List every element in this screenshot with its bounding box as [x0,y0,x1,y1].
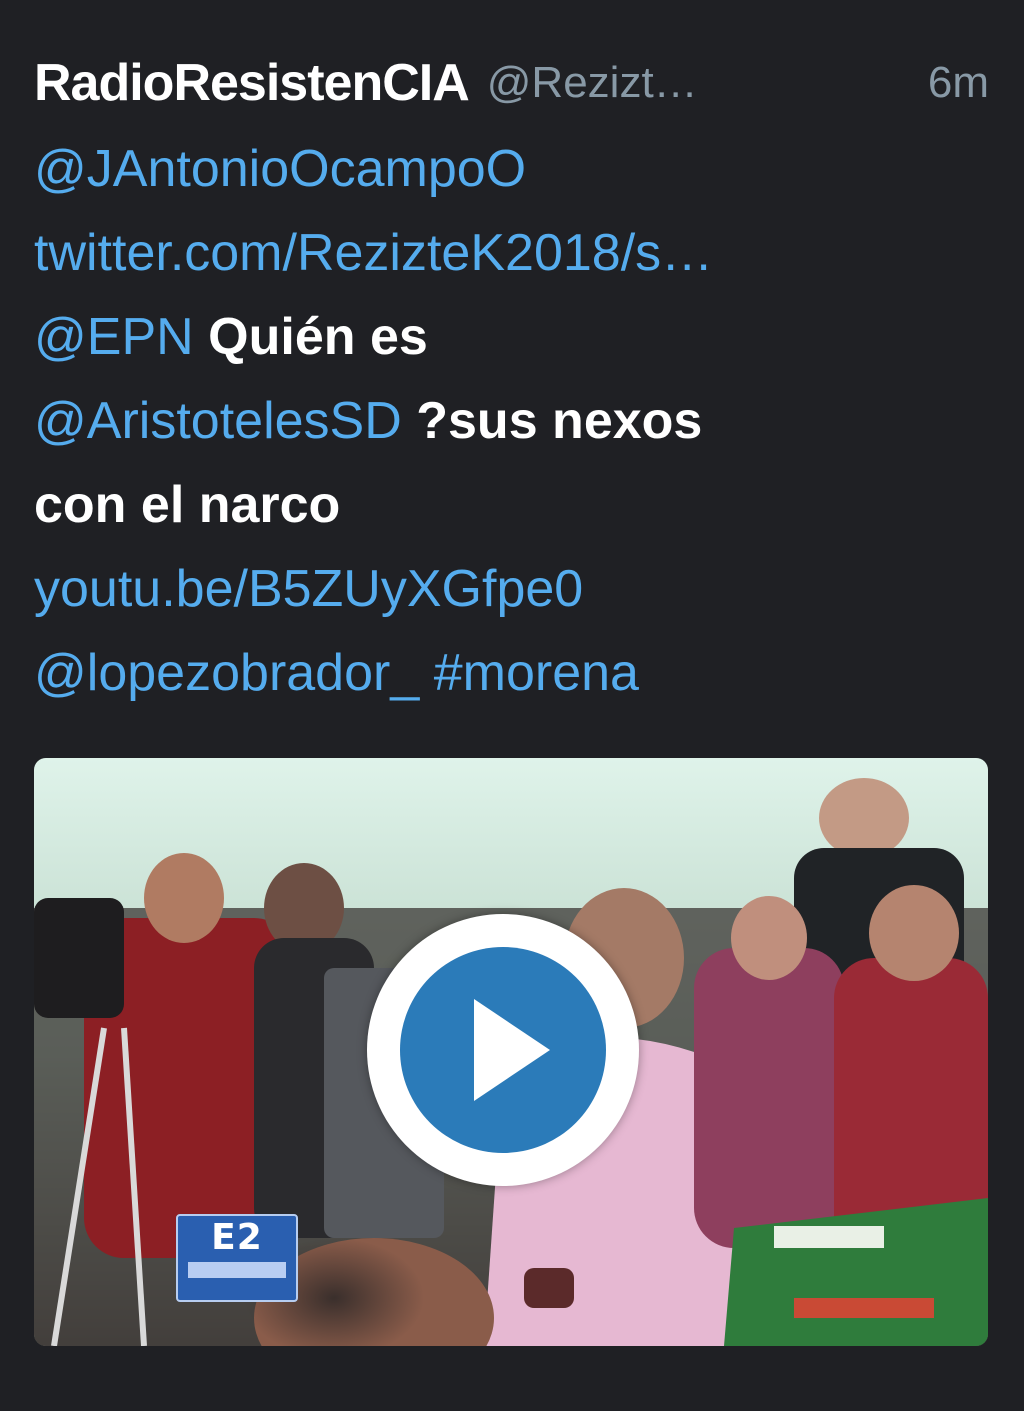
tweet-text: ?sus nexos [401,392,703,450]
tweet-text-line: @EPN Quién es [34,295,964,379]
display-name[interactable]: RadioResistenCIA [34,53,470,113]
video-thumbnail[interactable]: E2 [34,758,988,1346]
tweet-text-line: con el narco [34,463,964,547]
tweet-text-line: @AristotelesSD ?sus nexos [34,379,964,463]
play-icon [400,947,606,1153]
tweet-text: con el narco [34,476,341,534]
tweet-text [419,644,433,702]
channel-logo-bar [188,1262,286,1278]
tweet-text: @JAntonioOcampoO twitter.com/RezizteK2018… [34,127,964,715]
channel-logo-text: E2 [211,1217,263,1258]
tweet-text: Quién es [193,308,428,366]
url-link[interactable]: youtu.be/B5ZUyXGfpe0 [34,560,583,618]
tweet-text-line: @lopezobrador_ #morena [34,631,964,715]
mention-link[interactable]: @AristotelesSD [34,392,402,450]
hashtag-link[interactable]: #morena [434,644,639,702]
tweet-header: RadioResistenCIA @Rezizt… 6m [34,48,989,118]
mention-link[interactable]: @lopezobrador_ [34,644,419,702]
channel-logo: E2 [176,1214,298,1302]
user-handle[interactable]: @Rezizt… [487,58,698,108]
tweet-text-line: twitter.com/RezizteK2018/s… [34,211,964,295]
url-link[interactable]: twitter.com/RezizteK2018/s… [34,224,713,282]
play-button[interactable] [367,914,639,1186]
tweet-timestamp[interactable]: 6m [928,58,989,108]
mention-link[interactable]: @EPN [34,308,194,366]
tweet-card[interactable]: RadioResistenCIA @Rezizt… 6m @JAntonioOc… [0,0,1024,1411]
mention-link[interactable]: @JAntonioOcampoO [34,140,526,198]
tweet-text-line: youtu.be/B5ZUyXGfpe0 [34,547,964,631]
tweet-text-line: @JAntonioOcampoO [34,127,964,211]
